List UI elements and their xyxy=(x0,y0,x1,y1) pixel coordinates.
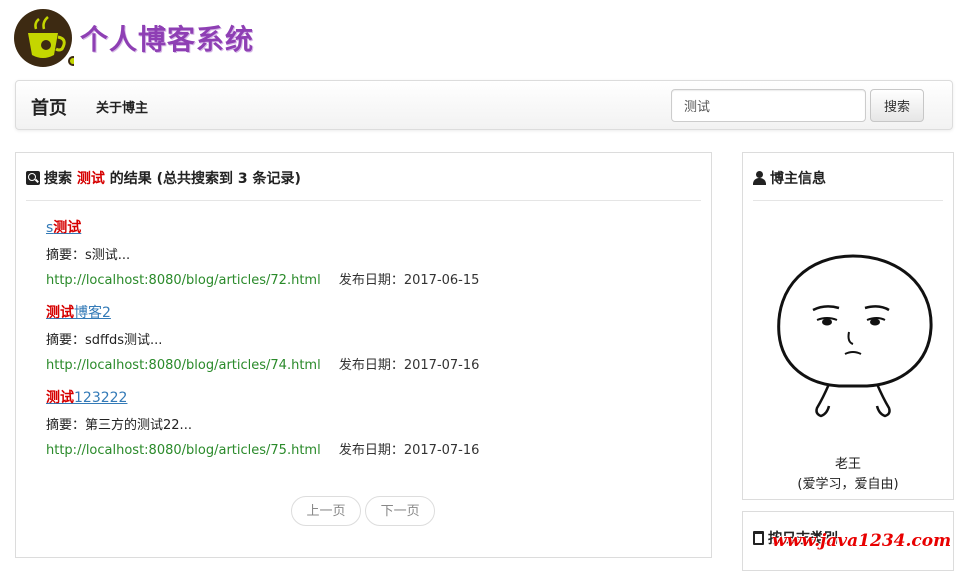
clipboard-icon xyxy=(753,531,764,545)
result-date: 发布日期：2017-07-16 xyxy=(338,443,480,458)
result-url: http://localhost:8080/blog/articles/75.h… xyxy=(46,443,321,458)
watermark: www.java1234.com xyxy=(772,531,952,551)
pagination: 上一页 下一页 xyxy=(291,496,436,526)
blogger-info-panel: 博主信息 老王 (爱学习，爱自由) xyxy=(742,152,954,500)
result-date: 发布日期：2017-06-15 xyxy=(338,273,480,288)
nav-about-link[interactable]: 关于博主 xyxy=(96,97,148,116)
search-input[interactable] xyxy=(671,89,866,122)
result-title-link[interactable]: s测试 xyxy=(46,217,479,237)
search-button[interactable]: 搜索 xyxy=(870,89,924,122)
results-keyword: 测试 xyxy=(76,171,105,187)
nav-home-link[interactable]: 首页 xyxy=(31,94,67,120)
result-title-link[interactable]: 测试博客2 xyxy=(46,302,479,322)
results-heading: 搜索 测试 的结果 (总共搜索到 3 条记录) xyxy=(26,168,701,201)
blogger-signature: (爱学习，爱自由) xyxy=(797,477,899,492)
result-url: http://localhost:8080/blog/articles/74.h… xyxy=(46,358,321,373)
site-title: 个人博客系统 xyxy=(80,23,255,56)
coffee-cup-icon xyxy=(14,9,74,67)
result-summary: 摘要：s测试... xyxy=(46,248,131,263)
next-page-button[interactable]: 下一页 xyxy=(365,496,436,526)
result-item: 测试博客2 摘要：sdffds测试... http://localhost:80… xyxy=(46,302,479,373)
search-results-panel: 搜索 测试 的结果 (总共搜索到 3 条记录) s测试 摘要：s测试... ht… xyxy=(15,152,712,558)
result-summary: 摘要：第三方的测试22... xyxy=(46,418,192,433)
blogger-name: 老王 xyxy=(834,457,861,472)
prev-page-button[interactable]: 上一页 xyxy=(291,496,361,526)
result-url: http://localhost:8080/blog/articles/72.h… xyxy=(46,273,321,288)
results-count: (总共搜索到 3 条记录) xyxy=(156,171,301,187)
top-navbar: 首页 关于博主 搜索 xyxy=(15,80,953,130)
result-title-link[interactable]: 测试123222 xyxy=(46,387,479,407)
result-item: 测试123222 摘要：第三方的测试22... http://localhost… xyxy=(46,387,479,458)
avatar xyxy=(777,254,933,418)
result-item: s测试 摘要：s测试... http://localhost:8080/blog… xyxy=(46,217,479,288)
search-icon xyxy=(26,171,40,185)
result-summary: 摘要：sdffds测试... xyxy=(46,333,163,348)
blogger-info-heading: 博主信息 xyxy=(753,168,943,201)
result-date: 发布日期：2017-07-16 xyxy=(338,358,480,373)
user-icon xyxy=(753,171,766,185)
